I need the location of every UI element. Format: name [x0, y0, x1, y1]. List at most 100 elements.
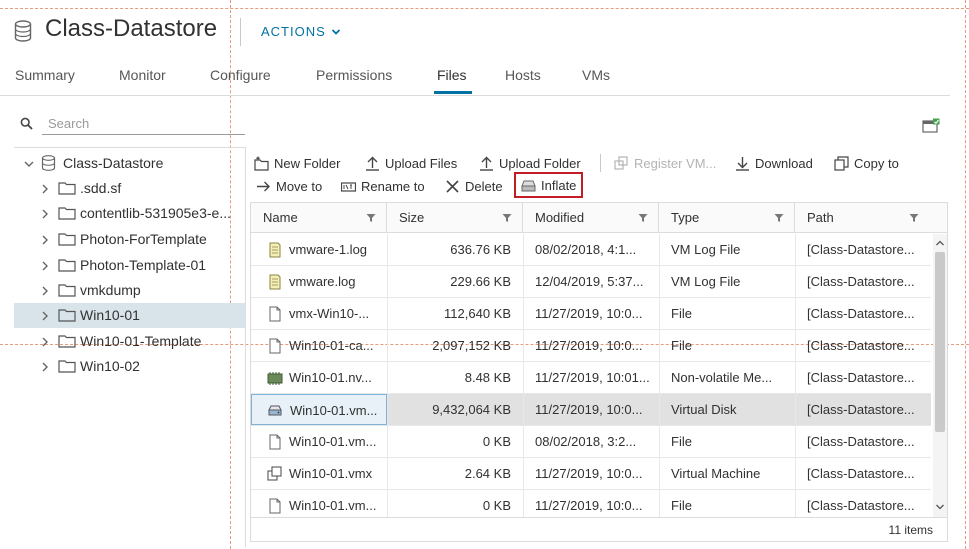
refresh-icon[interactable] — [922, 118, 940, 133]
download-icon — [736, 156, 749, 171]
file-icon — [269, 306, 281, 322]
move-to-button[interactable]: Move to — [256, 175, 322, 197]
chevron-right-icon[interactable] — [40, 362, 50, 372]
table-row[interactable]: Win10-01.vm... 0 KB 11/27/2019, 10:0... Fil… — [251, 490, 931, 517]
new-folder-icon — [254, 156, 269, 171]
cell-size: 636.76 KB — [450, 242, 511, 257]
column-divider — [523, 426, 524, 457]
chevron-right-icon[interactable] — [40, 261, 50, 271]
column-divider — [387, 362, 388, 393]
scrollbar-thumb[interactable] — [935, 252, 945, 432]
column-header-modified[interactable]: Modified — [523, 203, 659, 233]
tab-summary[interactable]: Summary — [15, 67, 75, 83]
column-label: Type — [671, 210, 700, 225]
item-count: 11 items — [888, 523, 933, 537]
register-vm-button[interactable]: Register VM... — [614, 152, 716, 174]
folder-icon — [58, 233, 76, 246]
folder-icon — [58, 360, 76, 373]
actions-label: ACTIONS — [261, 24, 326, 39]
chevron-right-icon[interactable] — [40, 337, 50, 347]
disk-icon — [521, 180, 536, 191]
column-divider — [523, 330, 524, 361]
column-divider — [523, 362, 524, 393]
chevron-right-icon[interactable] — [40, 311, 50, 321]
cell-path: [Class-Datastore... — [807, 402, 915, 417]
tree-item-photon-template-01[interactable]: Photon-Template-01 — [14, 253, 246, 278]
tree-item-win10-01-template[interactable]: Win10-01-Template — [14, 329, 246, 354]
scroll-down-icon[interactable] — [934, 501, 946, 513]
tab-hosts[interactable]: Hosts — [505, 67, 541, 83]
column-divider — [795, 266, 796, 297]
table-row[interactable]: Win10-01.vm... 9,432,064 KB 11/27/2019, 10… — [251, 394, 931, 426]
search-input[interactable] — [42, 112, 245, 135]
copy-icon — [834, 155, 849, 171]
filter-icon[interactable] — [366, 213, 376, 223]
table-row[interactable]: Win10-01.vmx 2.64 KB 11/27/2019, 10:0... Vi… — [251, 458, 931, 490]
column-label: Modified — [535, 210, 585, 225]
chevron-right-icon[interactable] — [40, 235, 50, 245]
move-to-label: Move to — [276, 178, 323, 194]
copy-to-label: Copy to — [854, 155, 899, 171]
cell-path: [Class-Datastore... — [807, 338, 915, 353]
cell-size: 9,432,064 KB — [432, 402, 511, 417]
tree-item-vmkdump[interactable]: vmkdump — [14, 278, 246, 303]
delete-button[interactable]: Delete — [445, 175, 503, 197]
tab-monitor[interactable]: Monitor — [119, 67, 166, 83]
tree-item-win10-01[interactable]: Win10-01 — [14, 303, 246, 328]
filter-icon[interactable] — [638, 213, 648, 223]
file-icon — [269, 498, 281, 514]
rename-to-button[interactable]: Rename to — [341, 175, 425, 197]
tree-root-class-datastore[interactable]: Class-Datastore — [14, 151, 246, 176]
vertical-scrollbar[interactable] — [933, 234, 947, 517]
cell-type: VM Log File — [671, 242, 741, 257]
table-row[interactable]: Win10-01-ca... 2,097,152 KB 11/27/2019, 10… — [251, 330, 931, 362]
cell-modified: 11/27/2019, 10:0... — [535, 402, 643, 417]
cell-path: [Class-Datastore... — [807, 498, 915, 513]
table-row[interactable]: vmware-1.log 636.76 KB 08/02/2018, 4:1... V… — [251, 234, 931, 266]
download-button[interactable]: Download — [735, 152, 813, 174]
scroll-up-icon[interactable] — [934, 237, 946, 249]
column-header-path[interactable]: Path — [795, 203, 929, 233]
actions-menu-button[interactable]: ACTIONS — [261, 24, 341, 39]
filter-icon[interactable] — [502, 213, 512, 223]
chevron-right-icon[interactable] — [40, 209, 50, 219]
tab-permissions[interactable]: Permissions — [316, 67, 392, 83]
log-file-icon — [269, 274, 281, 290]
chevron-down-icon[interactable] — [24, 159, 34, 169]
column-header-size[interactable]: Size — [387, 203, 523, 233]
tree-item-win10-02[interactable]: Win10-02 — [14, 354, 246, 379]
search-icon — [20, 117, 33, 130]
register-vm-label: Register VM... — [634, 155, 717, 171]
table-row[interactable]: vmware.log 229.66 KB 12/04/2019, 5:37... VM… — [251, 266, 931, 298]
cell-path: [Class-Datastore... — [807, 434, 915, 449]
upload-folder-label: Upload Folder — [499, 155, 581, 171]
tree-item-sdd-sf[interactable]: .sdd.sf — [14, 176, 246, 201]
chevron-right-icon[interactable] — [40, 286, 50, 296]
upload-files-button[interactable]: Upload Files — [365, 152, 457, 174]
inflate-button[interactable]: Inflate — [514, 172, 584, 198]
table-row[interactable]: vmx-Win10-... 112,640 KB 11/27/2019, 10:0.… — [251, 298, 931, 330]
tree-item-contentlib[interactable]: contentlib-531905e3-e... — [14, 201, 246, 226]
tree-item-label: Win10-02 — [80, 358, 140, 374]
chevron-right-icon[interactable] — [40, 184, 50, 194]
column-header-type[interactable]: Type — [659, 203, 795, 233]
cell-type: File — [671, 306, 692, 321]
tab-configure[interactable]: Configure — [210, 67, 271, 83]
filter-icon[interactable] — [909, 213, 919, 223]
cell-modified: 11/27/2019, 10:0... — [535, 498, 643, 513]
copy-to-button[interactable]: Copy to — [834, 152, 899, 174]
cell-modified: 11/27/2019, 10:01... — [535, 370, 650, 385]
tree-item-photon-fortemplate[interactable]: Photon-ForTemplate — [14, 227, 246, 252]
cell-modified: 11/27/2019, 10:0... — [535, 466, 643, 481]
upload-folder-button[interactable]: Upload Folder — [479, 152, 581, 174]
table-row[interactable]: Win10-01.nv... 8.48 KB 11/27/2019, 10:01..… — [251, 362, 931, 394]
new-folder-button[interactable]: New Folder — [254, 152, 340, 174]
tab-files[interactable]: Files — [437, 67, 467, 83]
column-header-name[interactable]: Name — [251, 203, 387, 233]
column-divider — [387, 426, 388, 457]
tab-vms[interactable]: VMs — [582, 67, 610, 83]
tree-item-label: vmkdump — [80, 282, 141, 298]
table-row[interactable]: Win10-01.vm... 0 KB 08/02/2018, 3:2... File… — [251, 426, 931, 458]
filter-icon[interactable] — [774, 213, 784, 223]
new-folder-label: New Folder — [274, 155, 341, 171]
